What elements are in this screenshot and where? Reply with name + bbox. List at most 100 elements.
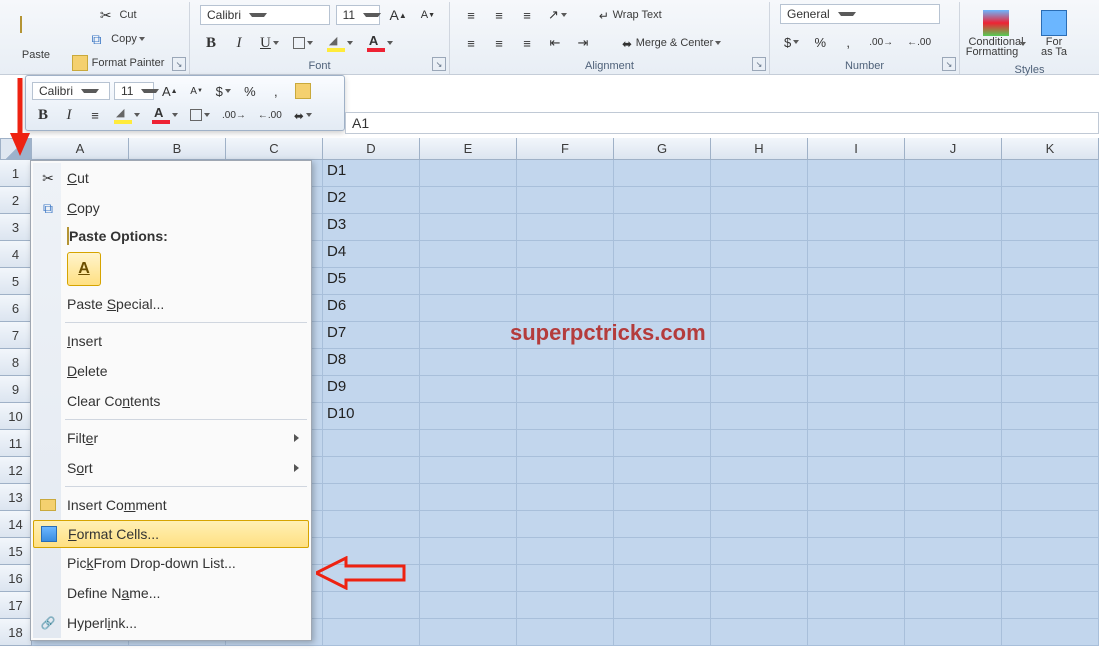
alignment-launcher-icon[interactable]: ↘ — [752, 57, 766, 71]
decrease-indent-button[interactable]: ⇤ — [544, 32, 566, 54]
cell[interactable]: D4 — [323, 241, 420, 268]
cell[interactable] — [711, 376, 808, 403]
cell[interactable] — [711, 403, 808, 430]
row-header[interactable]: 12 — [0, 457, 32, 484]
cell[interactable] — [1002, 214, 1099, 241]
cell[interactable] — [808, 565, 905, 592]
cell[interactable] — [711, 160, 808, 187]
cell[interactable] — [711, 241, 808, 268]
cell[interactable] — [420, 511, 517, 538]
cell[interactable] — [517, 484, 614, 511]
cell[interactable] — [808, 214, 905, 241]
cell[interactable] — [517, 241, 614, 268]
cell[interactable] — [517, 565, 614, 592]
cell[interactable] — [420, 376, 517, 403]
cell[interactable] — [420, 241, 517, 268]
cell[interactable] — [1002, 322, 1099, 349]
border-button[interactable] — [289, 32, 317, 54]
cell[interactable] — [905, 295, 1002, 322]
cell[interactable] — [808, 241, 905, 268]
ctx-cut[interactable]: CCutut — [33, 163, 309, 193]
mini-increase-decimal-button[interactable]: .00→ — [218, 105, 250, 125]
cell[interactable] — [517, 349, 614, 376]
mini-font-combo[interactable]: Calibri — [32, 82, 110, 100]
ctx-hyperlink[interactable]: Hyperlink... — [33, 608, 309, 638]
cell[interactable] — [614, 214, 711, 241]
merge-center-button[interactable]: Merge & Center — [618, 32, 725, 54]
row-header[interactable]: 10 — [0, 403, 32, 430]
cell[interactable] — [905, 160, 1002, 187]
cell[interactable] — [614, 538, 711, 565]
cell[interactable] — [1002, 592, 1099, 619]
cell[interactable] — [420, 322, 517, 349]
cell[interactable] — [711, 592, 808, 619]
cell[interactable] — [1002, 160, 1099, 187]
font-launcher-icon[interactable]: ↘ — [432, 57, 446, 71]
cell[interactable] — [323, 484, 420, 511]
cell[interactable] — [517, 160, 614, 187]
format-painter-button[interactable]: Format Painter — [68, 52, 168, 74]
ctx-define-name[interactable]: Define Name... — [33, 578, 309, 608]
mini-percent-button[interactable]: % — [239, 81, 261, 101]
cell[interactable] — [808, 349, 905, 376]
column-header[interactable]: F — [517, 138, 614, 160]
increase-font-button[interactable]: A▲ — [386, 4, 411, 26]
cell[interactable] — [614, 403, 711, 430]
cell[interactable] — [614, 484, 711, 511]
formula-bar[interactable]: A1 — [345, 112, 1099, 134]
cell[interactable] — [614, 430, 711, 457]
mini-increase-font-button[interactable]: A▲ — [158, 81, 182, 101]
format-as-table-button[interactable]: For as Ta — [1028, 4, 1080, 64]
row-header[interactable]: 9 — [0, 376, 32, 403]
row-header[interactable]: 8 — [0, 349, 32, 376]
cell[interactable] — [1002, 538, 1099, 565]
row-header[interactable]: 3 — [0, 214, 32, 241]
ctx-sort[interactable]: Sort — [33, 453, 309, 483]
cell[interactable] — [905, 322, 1002, 349]
column-header[interactable]: H — [711, 138, 808, 160]
align-left-button[interactable]: ≡ — [460, 32, 482, 54]
cell[interactable] — [808, 295, 905, 322]
cell[interactable] — [711, 430, 808, 457]
cell[interactable] — [905, 214, 1002, 241]
cell[interactable] — [1002, 565, 1099, 592]
cell[interactable] — [517, 619, 614, 646]
cell[interactable] — [711, 457, 808, 484]
cell[interactable] — [323, 457, 420, 484]
cell[interactable] — [808, 160, 905, 187]
mini-decrease-font-button[interactable]: A▼ — [186, 81, 208, 101]
cell[interactable] — [517, 187, 614, 214]
cell[interactable] — [517, 457, 614, 484]
cell[interactable] — [905, 430, 1002, 457]
accounting-format-button[interactable]: $ — [780, 31, 803, 53]
copy-button[interactable]: Copy — [68, 28, 168, 50]
cell[interactable] — [711, 322, 808, 349]
column-header[interactable]: G — [614, 138, 711, 160]
align-top-button[interactable]: ≡ — [460, 4, 482, 26]
cell[interactable] — [420, 457, 517, 484]
cell[interactable] — [517, 295, 614, 322]
cell[interactable] — [711, 619, 808, 646]
align-center-button[interactable]: ≡ — [488, 32, 510, 54]
row-header[interactable]: 4 — [0, 241, 32, 268]
mini-merge-button[interactable] — [290, 105, 316, 125]
column-header[interactable]: A — [32, 138, 129, 160]
cell[interactable] — [517, 376, 614, 403]
decrease-font-button[interactable]: A▼ — [417, 4, 439, 26]
mini-font-color-button[interactable] — [148, 105, 182, 125]
ctx-copy[interactable]: Copy — [33, 193, 309, 223]
cell[interactable] — [808, 376, 905, 403]
mini-italic-button[interactable] — [58, 105, 80, 125]
cell[interactable] — [905, 484, 1002, 511]
cell[interactable] — [905, 565, 1002, 592]
row-header[interactable]: 5 — [0, 268, 32, 295]
row-header[interactable]: 15 — [0, 538, 32, 565]
cell[interactable] — [1002, 268, 1099, 295]
cell[interactable] — [420, 484, 517, 511]
cell[interactable]: D7 — [323, 322, 420, 349]
column-header[interactable]: D — [323, 138, 420, 160]
cell[interactable]: D2 — [323, 187, 420, 214]
row-header[interactable]: 7 — [0, 322, 32, 349]
cell[interactable]: D6 — [323, 295, 420, 322]
increase-decimal-button[interactable]: .00→ — [865, 31, 897, 53]
